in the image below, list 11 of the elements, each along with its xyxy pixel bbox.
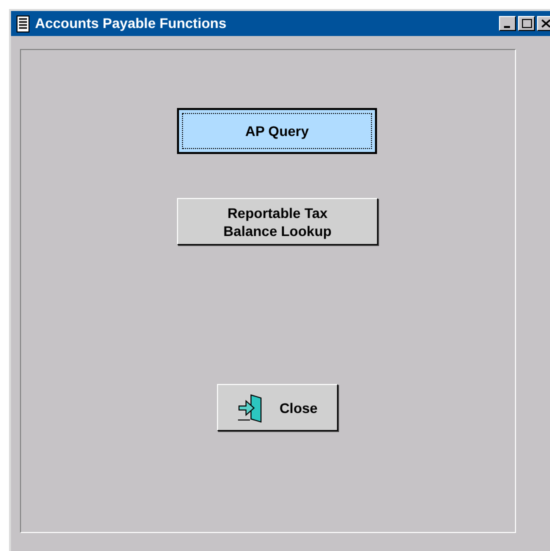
function-button[interactable]: Reportable Tax Balance Lookup: [177, 198, 378, 245]
close-icon: [540, 19, 550, 28]
close-button[interactable]: [537, 16, 550, 31]
close-button[interactable]: Close: [217, 384, 338, 431]
minimize-button[interactable]: [499, 16, 516, 31]
window-title: Accounts Payable Functions: [35, 14, 226, 33]
document-icon: [16, 14, 30, 32]
maximize-button[interactable]: [518, 16, 535, 31]
function-button[interactable]: AP Query: [177, 108, 377, 154]
minimize-icon: [504, 26, 510, 28]
maximize-icon: [522, 19, 532, 28]
